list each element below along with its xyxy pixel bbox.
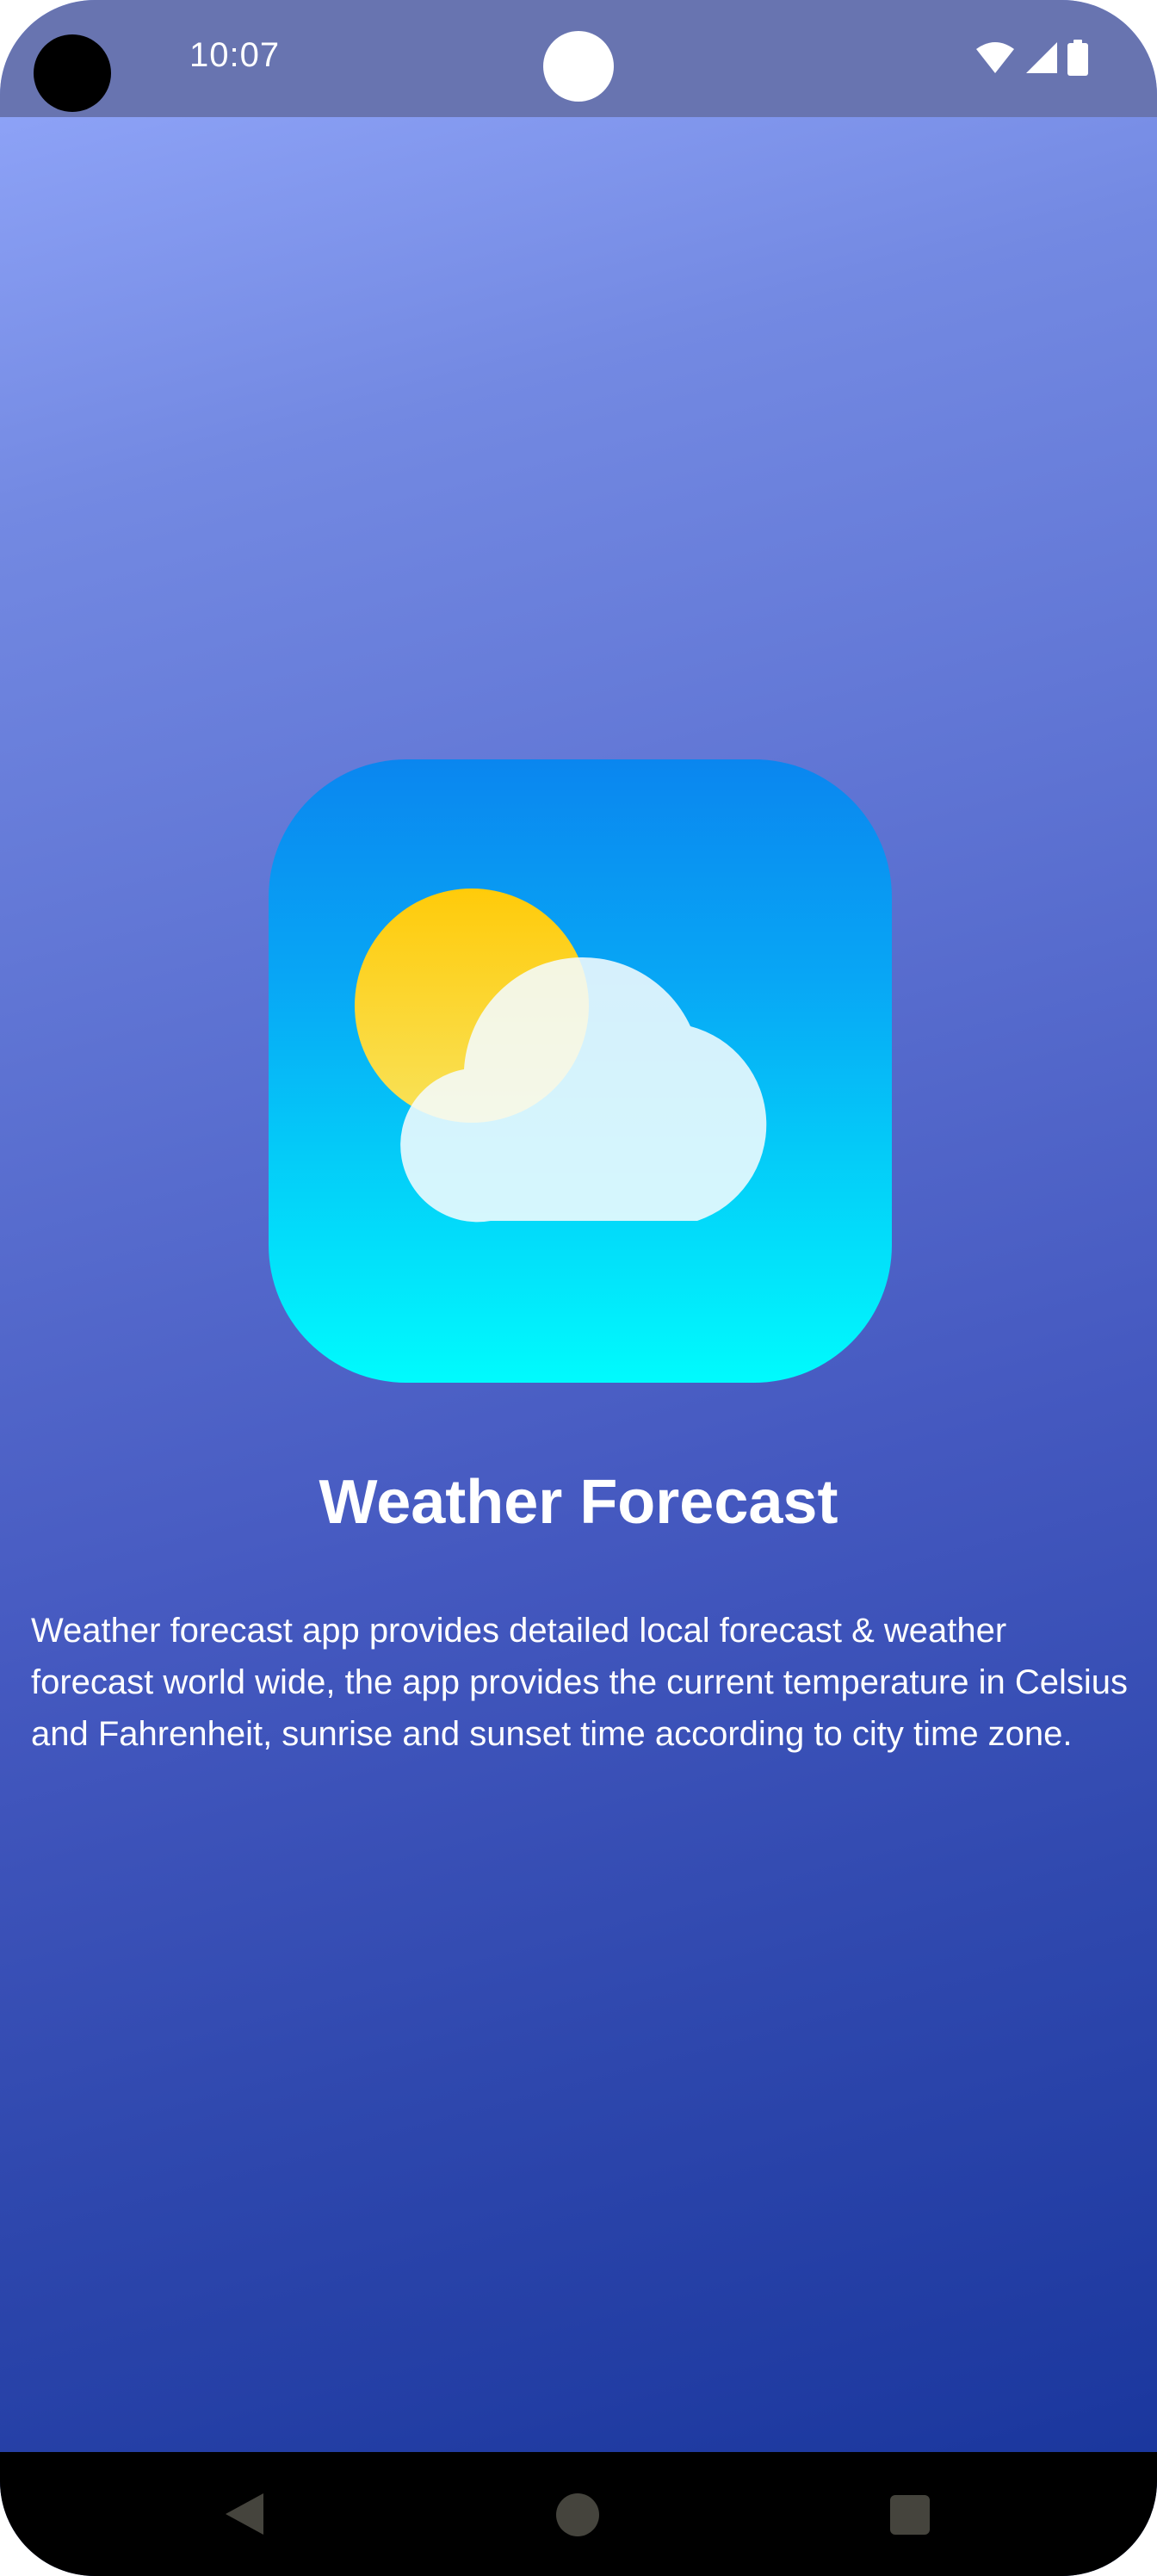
app-description: Weather forecast app provides detailed l… bbox=[31, 1612, 1128, 1753]
recents-icon[interactable] bbox=[890, 2495, 930, 2535]
battery-icon bbox=[1067, 40, 1088, 76]
weather-sun-cloud-icon bbox=[269, 759, 892, 1383]
status-bar: 10:07 bbox=[0, 0, 1157, 117]
navigation-bar bbox=[0, 2452, 1157, 2576]
wifi-icon bbox=[976, 42, 1014, 73]
front-camera-dot bbox=[543, 31, 614, 102]
home-icon[interactable] bbox=[556, 2493, 599, 2536]
signal-icon bbox=[1026, 42, 1057, 73]
status-time: 10:07 bbox=[189, 36, 281, 74]
back-icon[interactable] bbox=[222, 2492, 267, 2536]
main-content: Weather Forecast Weather forecast app pr… bbox=[0, 117, 1157, 2452]
app-title: Weather Forecast bbox=[319, 1468, 838, 1537]
camera-cutout bbox=[34, 34, 111, 112]
status-icons bbox=[974, 38, 1088, 77]
phone-screen: 10:07 Weather Forecast Weather forecast … bbox=[0, 0, 1157, 2576]
